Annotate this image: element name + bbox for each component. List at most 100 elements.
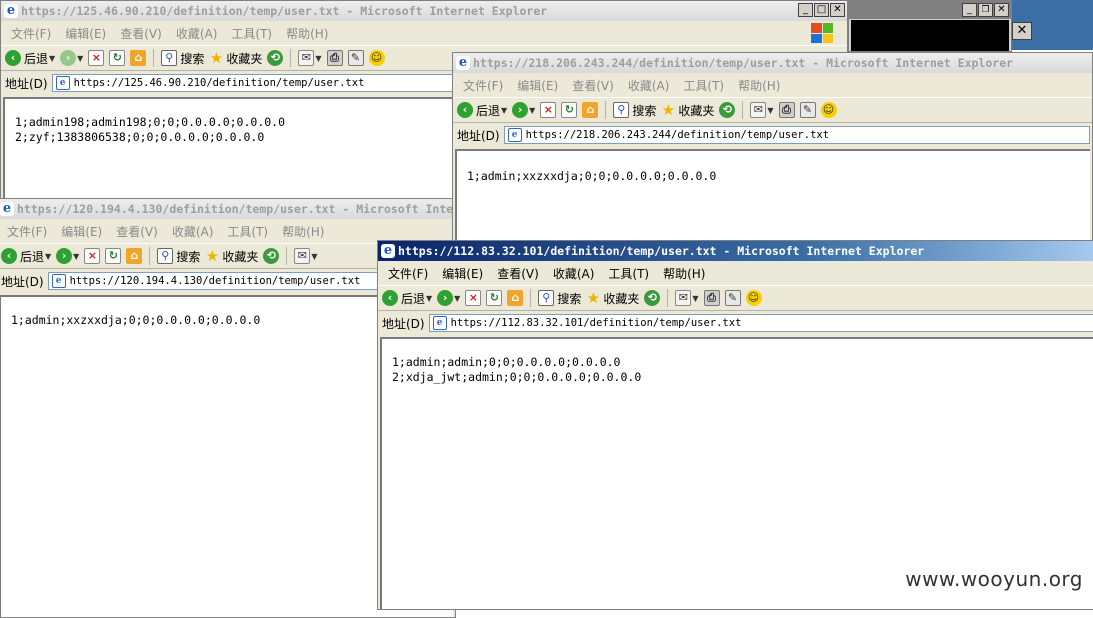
print-icon[interactable]: ⎙ [778,102,795,118]
dropdown-icon[interactable]: ▼ [692,294,698,303]
menu-help[interactable]: 帮助(H) [663,265,705,282]
close-button[interactable]: ✕ [830,3,845,17]
dropdown-icon[interactable]: ▼ [73,252,79,261]
dropdown-icon[interactable]: ▼ [529,106,535,115]
dropdown-icon[interactable]: ▼ [45,252,51,261]
menu-favorites[interactable]: 收藏(A) [553,265,595,282]
dropdown-icon[interactable]: ▼ [454,294,460,303]
mail-button[interactable]: ✉ ▼ [298,50,322,66]
menu-tools[interactable]: 工具(T) [608,265,649,282]
close-button[interactable]: ✕ [994,3,1009,17]
star-icon: ★ [661,101,676,119]
menu-edit[interactable]: 编辑(E) [61,223,102,240]
maximize-button[interactable]: □ [814,3,829,17]
favorites-button[interactable]: ★ 收藏夹 [209,50,263,67]
windows-logo-icon [811,23,833,43]
refresh-icon[interactable]: ↻ [486,290,503,306]
menu-view[interactable]: 查看(V) [572,77,614,94]
mail-button[interactable]: ✉ ▼ [294,248,318,264]
menu-bar: 文件(F) 编辑(E) 查看(V) 收藏(A) 工具(T) 帮助(H) [1,22,847,44]
forward-button[interactable]: › ▼ [512,102,535,118]
toolbar-separator [153,49,155,67]
stop-icon[interactable]: × [465,290,482,306]
mail-button[interactable]: ✉ ▼ [750,102,774,118]
stop-icon[interactable]: × [88,50,105,66]
menu-tools[interactable]: 工具(T) [231,25,272,42]
messenger-icon[interactable]: ☺ [745,290,762,306]
close-icon[interactable]: ✕ [1012,22,1032,40]
dropdown-icon[interactable]: ▼ [49,54,55,63]
print-icon[interactable]: ⎙ [703,290,720,306]
menu-view[interactable]: 查看(V) [497,265,539,282]
menu-edit[interactable]: 编辑(E) [442,265,483,282]
refresh-icon[interactable]: ↻ [105,248,122,264]
favorites-button[interactable]: ★ 收藏夹 [205,248,259,265]
dropdown-icon[interactable]: ▼ [77,54,83,63]
edit-icon[interactable]: ✎ [799,102,816,118]
menu-tools[interactable]: 工具(T) [227,223,268,240]
menu-view[interactable]: 查看(V) [120,25,162,42]
stop-icon[interactable]: × [540,102,557,118]
dropdown-icon[interactable]: ▼ [315,54,321,63]
search-label: 搜索 [632,103,657,118]
home-icon[interactable]: ⌂ [582,102,599,118]
dropdown-icon[interactable]: ▼ [501,106,507,115]
menu-favorites[interactable]: 收藏(A) [172,223,214,240]
dropdown-icon[interactable]: ▼ [767,106,773,115]
search-icon: ⚲ [161,50,178,66]
menu-help[interactable]: 帮助(H) [286,25,328,42]
address-input[interactable]: e https://218.206.243.244/definition/tem… [503,126,1090,144]
home-icon[interactable]: ⌂ [130,50,147,66]
menu-view[interactable]: 查看(V) [116,223,158,240]
mail-button[interactable]: ✉ ▼ [675,290,699,306]
menu-edit[interactable]: 编辑(E) [65,25,106,42]
menu-help[interactable]: 帮助(H) [282,223,324,240]
search-button[interactable]: ⚲ 搜索 [157,248,200,265]
history-icon[interactable]: ⟲ [644,290,661,306]
history-icon[interactable]: ⟲ [263,248,280,264]
messenger-icon[interactable]: ☺ [368,50,385,66]
refresh-icon[interactable]: ↻ [109,50,126,66]
print-icon[interactable]: ⎙ [326,50,343,66]
home-icon[interactable]: ⌂ [507,290,524,306]
forward-button[interactable]: › ▼ [60,50,83,66]
history-icon[interactable]: ⟲ [719,102,736,118]
back-button[interactable]: ‹ 后退 ▼ [5,50,55,67]
history-icon[interactable]: ⟲ [267,50,284,66]
messenger-icon[interactable]: ☺ [820,102,837,118]
favorites-button[interactable]: ★ 收藏夹 [661,101,715,119]
stop-icon[interactable]: × [84,248,101,264]
back-button[interactable]: ‹ 后退 ▼ [1,248,51,265]
menu-favorites[interactable]: 收藏(A) [176,25,218,42]
edit-icon[interactable]: ✎ [724,290,741,306]
menu-file[interactable]: 文件(F) [463,77,503,94]
back-label: 后退 [401,291,426,306]
menu-file[interactable]: 文件(F) [388,265,428,282]
favorites-button[interactable]: ★ 收藏夹 [586,290,640,307]
home-icon[interactable]: ⌂ [126,248,143,264]
dropdown-icon[interactable]: ▼ [311,252,317,261]
dropdown-icon[interactable]: ▼ [426,294,432,303]
address-input[interactable]: e https://112.83.32.101/definition/temp/… [428,314,1093,332]
back-button[interactable]: ‹ 后退 ▼ [457,102,507,119]
menu-edit[interactable]: 编辑(E) [517,77,558,94]
back-button[interactable]: ‹ 后退 ▼ [382,290,432,307]
menu-tools[interactable]: 工具(T) [683,77,724,94]
search-button[interactable]: ⚲ 搜索 [538,290,581,307]
menu-file[interactable]: 文件(F) [7,223,47,240]
background-app-titlebar: _ ❐ ✕ [849,1,1011,19]
menu-help[interactable]: 帮助(H) [738,77,780,94]
forward-button[interactable]: › ▼ [437,290,460,306]
window-title: https://218.206.243.244/definition/temp/… [473,56,1014,70]
edit-icon[interactable]: ✎ [347,50,364,66]
menu-file[interactable]: 文件(F) [11,25,51,42]
search-button[interactable]: ⚲ 搜索 [613,102,656,119]
address-text: https://112.83.32.101/definition/temp/us… [450,317,742,329]
minimize-button[interactable]: _ [798,3,813,17]
search-button[interactable]: ⚲ 搜索 [161,50,204,67]
restore-button[interactable]: ❐ [978,3,993,17]
menu-favorites[interactable]: 收藏(A) [628,77,670,94]
refresh-icon[interactable]: ↻ [561,102,578,118]
minimize-button[interactable]: _ [962,3,977,17]
forward-button[interactable]: › ▼ [56,248,79,264]
